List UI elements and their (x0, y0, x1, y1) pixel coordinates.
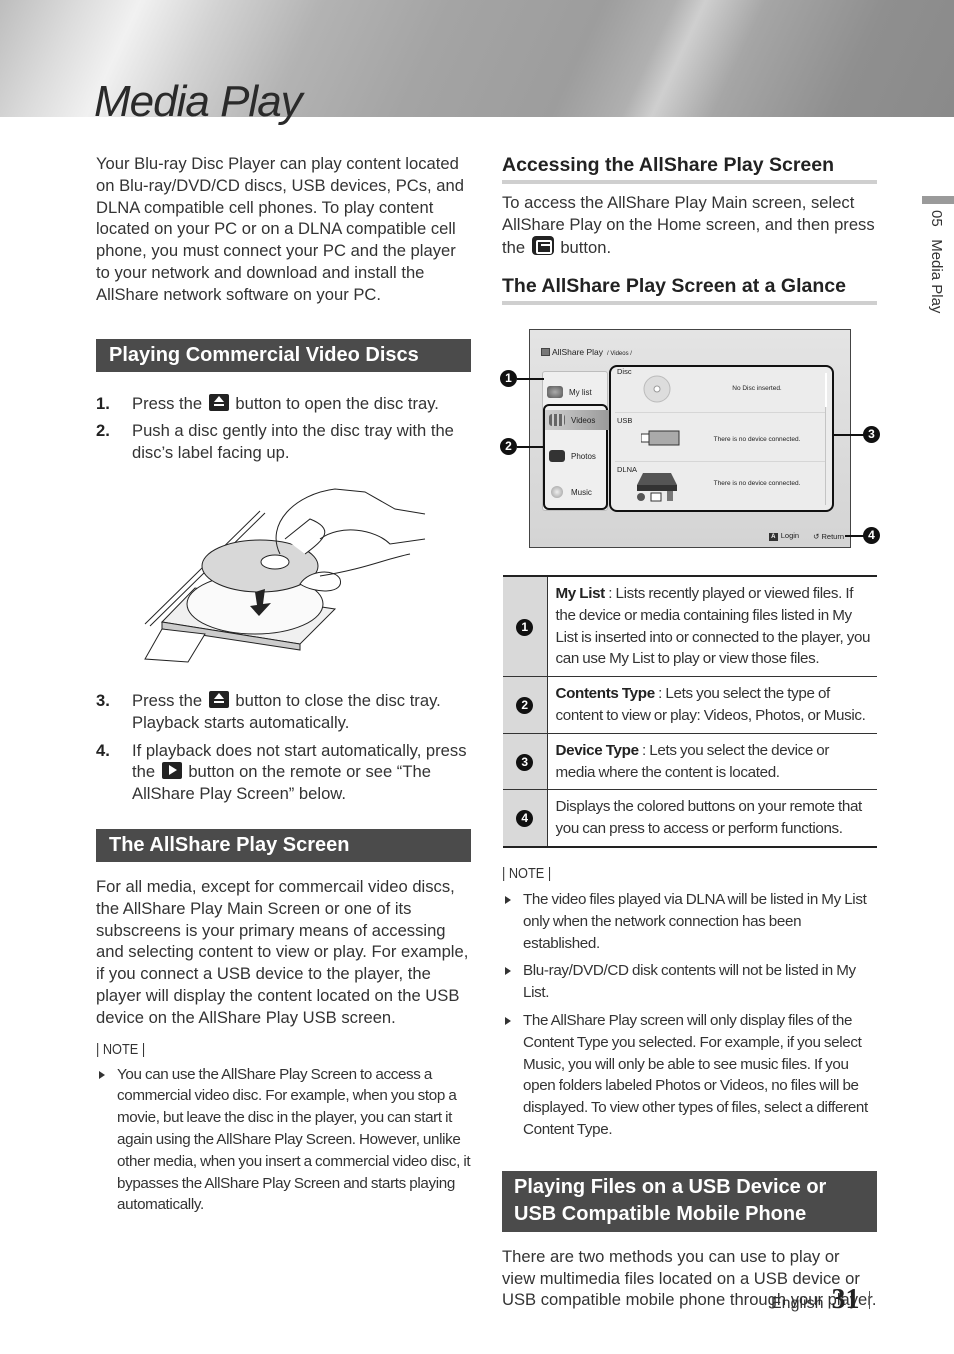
my-list-icon (547, 386, 563, 398)
usb-icon (641, 430, 680, 446)
step-item: 3. Press the button to close the disc tr… (96, 691, 441, 732)
eject-button-icon (208, 393, 229, 411)
play-button-icon (161, 762, 182, 780)
bullet-triangle-icon (505, 1016, 511, 1025)
menu-item-music[interactable]: Music (545, 482, 609, 502)
steps-list-1: 1. Press the button to open the disc tra… (96, 393, 471, 464)
left-column-lower: 3. Press the button to close the disc tr… (96, 690, 471, 1216)
note-item: You can use the AllShare Play Screen to … (96, 1064, 471, 1217)
dlna-devices-icon (637, 473, 677, 502)
menu-item-videos[interactable]: Videos (545, 410, 609, 430)
chapter-title: Media Play (928, 239, 945, 314)
content-type-group: Videos Photos Music (543, 404, 609, 510)
bullet-triangle-icon (505, 896, 511, 904)
intro-paragraph: Your Blu-ray Disc Player can play conten… (96, 154, 464, 304)
music-icon (551, 486, 563, 498)
device-list-panel: Disc No Disc inserted. USB There is no d… (609, 365, 834, 512)
note-item: Blu-ray/DVD/CD disk contents will not be… (502, 960, 877, 1004)
number-badge: 4 (516, 810, 534, 828)
number-badge: 1 (516, 618, 534, 636)
page-title: Media Play (94, 77, 303, 126)
device-row-dlna[interactable]: DLNA There is no device connected. (615, 465, 825, 511)
allshare-screen-paragraph: For all media, except for commercail vid… (96, 876, 469, 1027)
enter-button-icon (531, 235, 554, 255)
allshare-screen-mockup: AllShare Play / Videos / My list Videos P… (529, 329, 851, 548)
step-number: 4. (96, 740, 110, 760)
note-list-right: The video files played via DLNA will be … (502, 889, 877, 1141)
table-row: 2 Contents Type : Lets you select the ty… (503, 676, 877, 734)
callout-1: 1 (500, 370, 517, 387)
callout-line-2 (517, 446, 543, 448)
bullet-triangle-icon (505, 967, 511, 976)
footer-divider (869, 1291, 871, 1309)
step-item: 1. Press the button to open the disc tra… (96, 393, 439, 413)
callout-line-3 (834, 434, 864, 436)
section-heading-usb-files: Playing Files on a USB Device or USB Com… (502, 1170, 877, 1232)
note-label: | NOTE | (96, 1040, 146, 1058)
login-button[interactable]: A Login (768, 531, 799, 541)
note-list-left: You can use the AllShare Play Screen to … (96, 1064, 471, 1217)
table-row: 3 Device Type : Lets you select the devi… (503, 733, 877, 791)
section-heading-allshare-screen: The AllShare Play Screen (96, 828, 471, 862)
step-number: 2. (96, 421, 110, 441)
note-label: | NOTE | (502, 865, 552, 882)
note-item: The AllShare Play screen will only displ… (502, 1010, 877, 1141)
screen-title: AllShare Play / Videos / (541, 347, 632, 357)
page-number: 31 (831, 1284, 860, 1315)
callout-2: 2 (500, 438, 517, 455)
number-badge: 3 (516, 753, 534, 771)
chapter-tab-marker (922, 196, 954, 204)
footer-language: English (771, 1295, 824, 1312)
menu-item-photos[interactable]: Photos (545, 446, 609, 466)
steps-list-2: 3. Press the button to close the disc tr… (96, 690, 471, 805)
a-key-icon: A (768, 533, 778, 541)
accessing-paragraph: To access the AllShare Play Main screen,… (502, 193, 875, 257)
right-column-lower: | NOTE | The video files played via DLNA… (502, 865, 877, 1311)
step-number: 1. (96, 393, 110, 413)
table-row: 1 My List : Lists recently played or vie… (503, 576, 877, 678)
callout-3: 3 (863, 426, 880, 443)
legend-term: My List (555, 585, 606, 602)
return-icon: ↺ (813, 531, 820, 541)
disc-icon (643, 375, 671, 403)
legend-desc: Displays the colored buttons on your rem… (555, 798, 863, 838)
step-number: 3. (96, 691, 110, 710)
camera-icon (549, 450, 565, 462)
legend-term: Contents Type (555, 685, 656, 703)
device-row-disc[interactable]: Disc No Disc inserted. (615, 367, 825, 413)
chapter-number: 05 (928, 210, 945, 227)
screen-path: / Videos / (607, 351, 632, 357)
disc-insertion-illustration (144, 488, 426, 663)
device-row-usb[interactable]: USB There is no device connected. (615, 416, 825, 462)
callout-4: 4 (863, 527, 880, 544)
step-item: 2. Push a disc gently into the disc tray… (96, 421, 454, 463)
legend-term: Device Type (555, 741, 640, 759)
chapter-tab-label: 05 Media Play (928, 210, 945, 313)
section-heading-commercial-discs: Playing Commercial Video Discs (96, 338, 471, 372)
menu-item-my-list[interactable]: My list (543, 382, 607, 402)
legend-table: 1 My List : Lists recently played or vie… (503, 575, 877, 848)
eject-button-icon (208, 691, 229, 708)
right-column: Accessing the AllShare Play Screen To ac… (502, 153, 877, 306)
note-item: The video files played via DLNA will be … (502, 889, 877, 954)
subheading-glance: The AllShare Play Screen at a Glance (502, 274, 877, 306)
table-row: 4 Displays the colored buttons on your r… (503, 789, 877, 847)
step-item: 4. If playback does not start automatica… (96, 740, 467, 804)
left-column: Your Blu-ray Disc Player can play conten… (96, 153, 471, 470)
callout-line-4 (845, 535, 865, 537)
bullet-triangle-icon (99, 1070, 105, 1079)
allshare-logo-icon (541, 348, 550, 356)
number-badge: 2 (516, 696, 534, 714)
screen-footer: A Login ↺ Return (768, 531, 844, 541)
videos-icon (549, 414, 565, 426)
return-button[interactable]: ↺ Return (813, 532, 844, 541)
subheading-accessing: Accessing the AllShare Play Screen (502, 153, 877, 184)
callout-line-1 (517, 378, 544, 380)
page-footer: English 31 (771, 1284, 871, 1316)
